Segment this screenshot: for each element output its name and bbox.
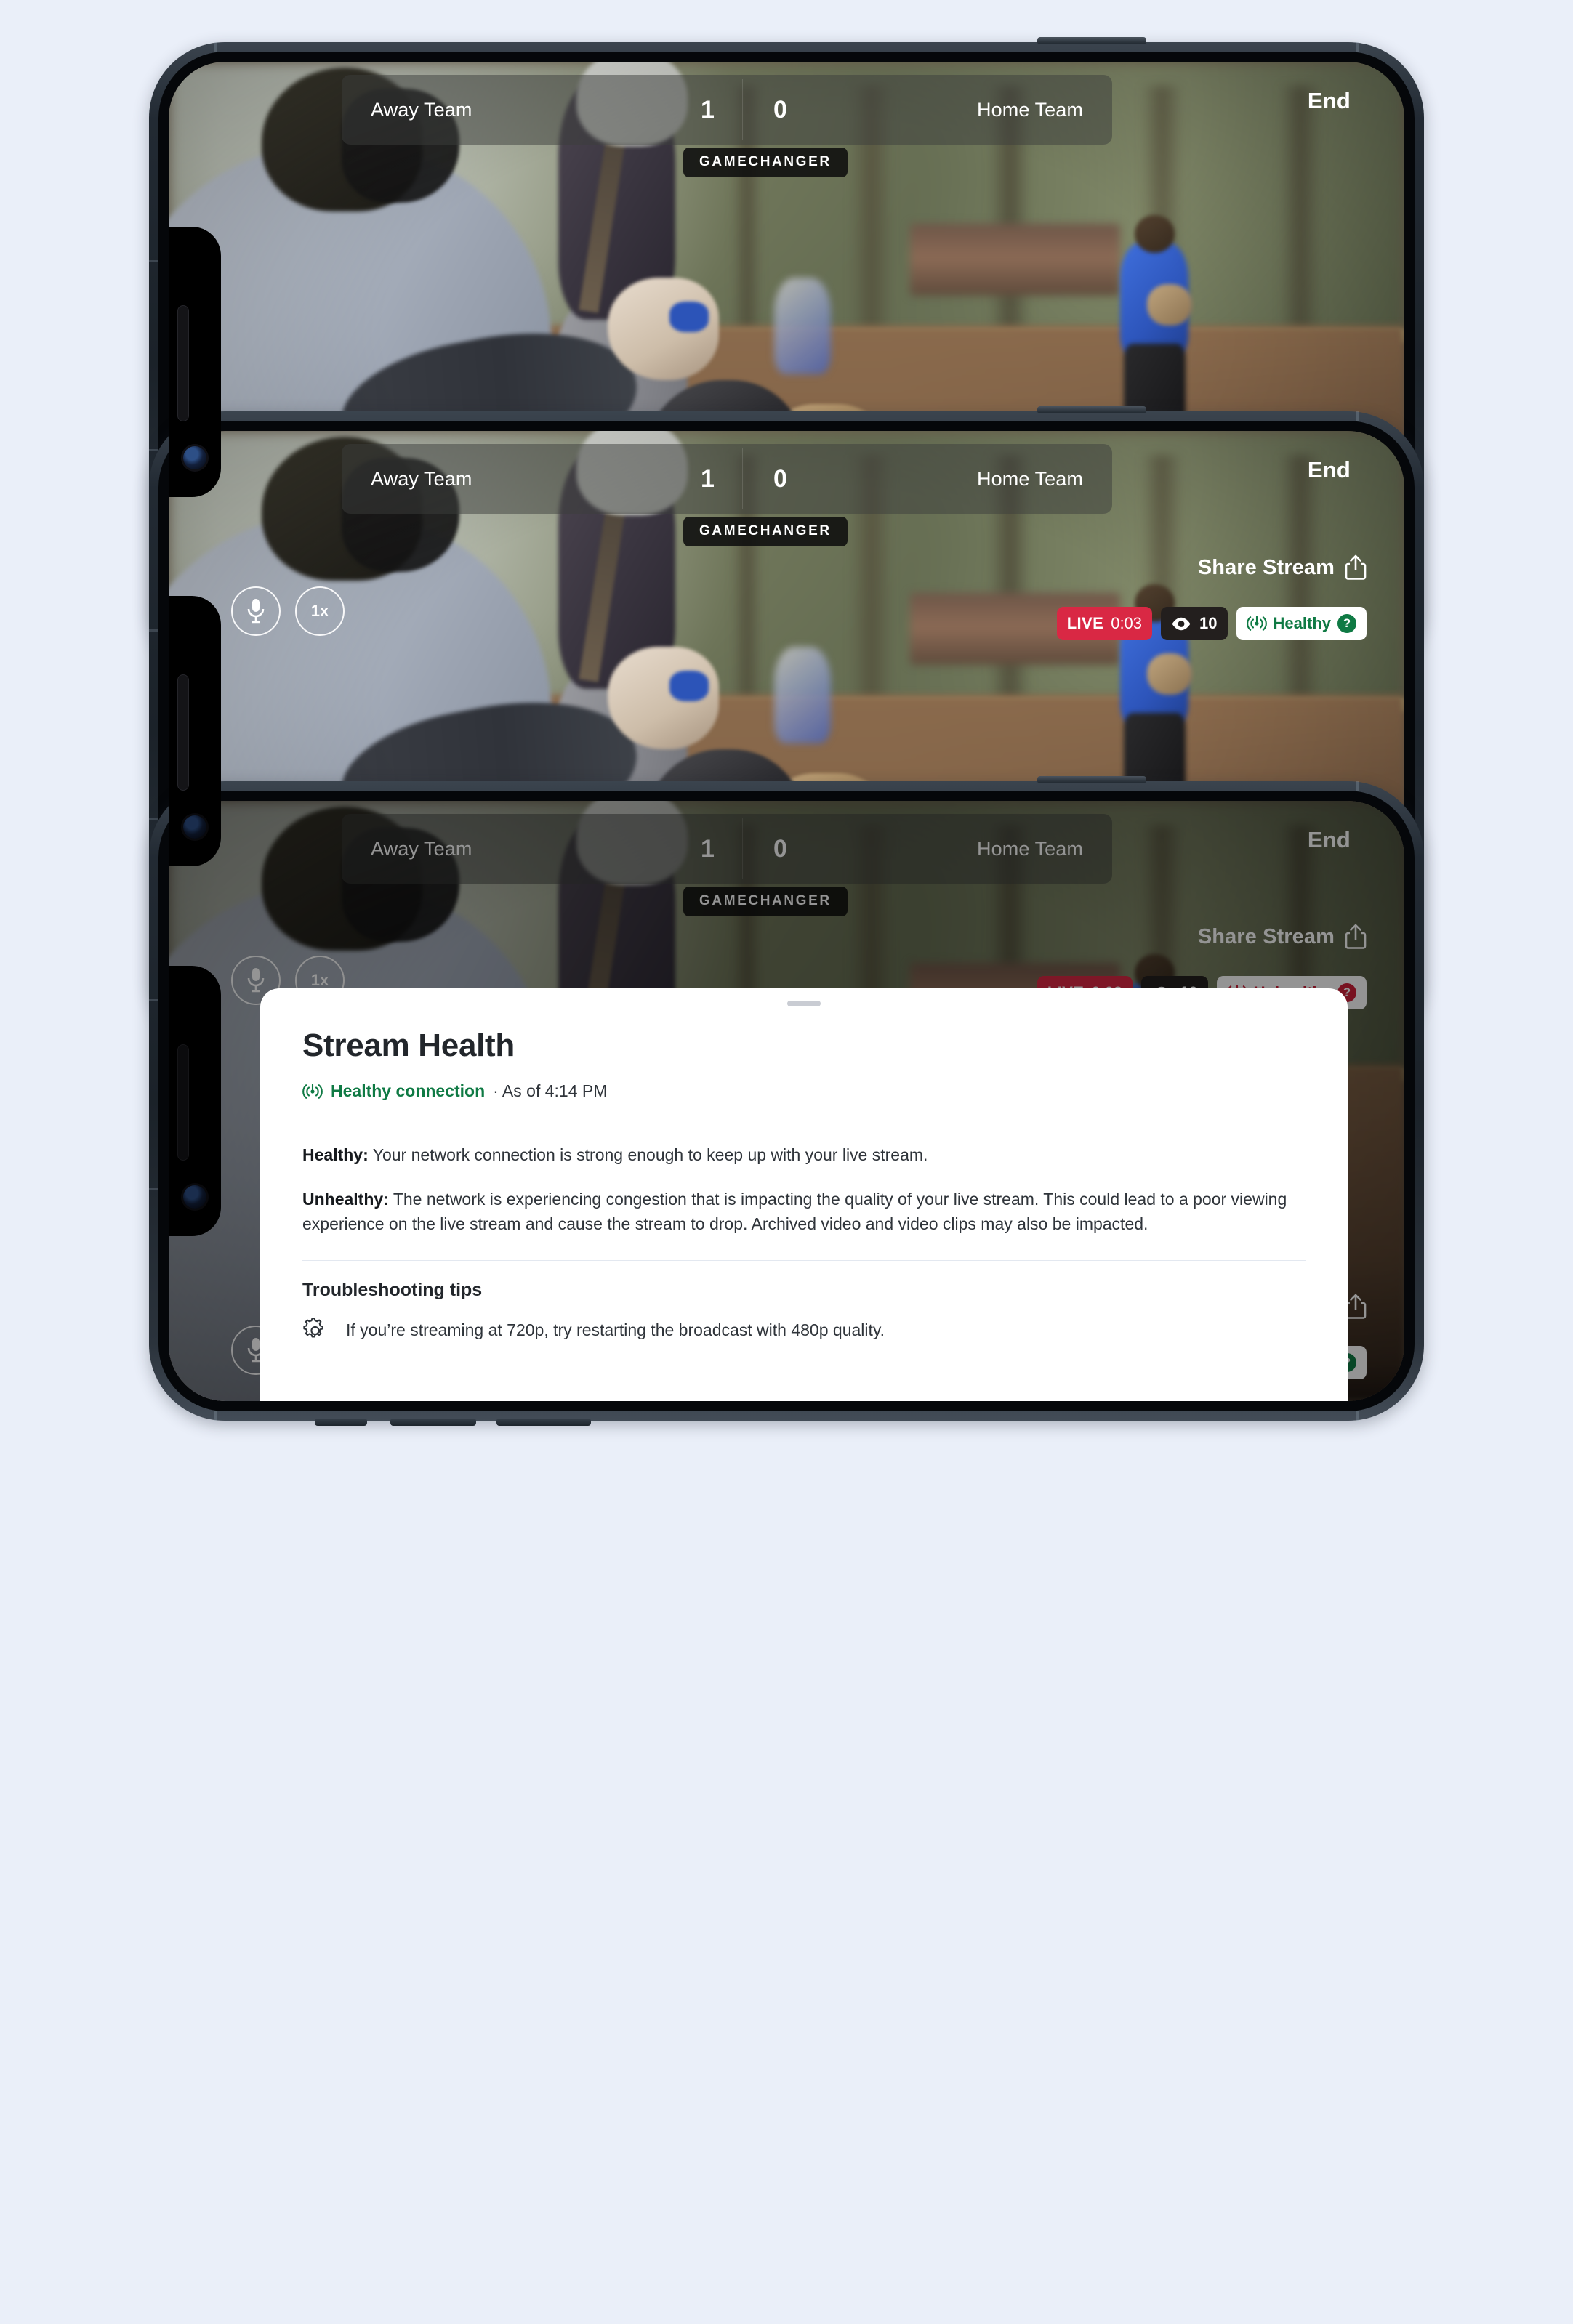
unhealthy-term: Unhealthy:	[302, 1189, 389, 1209]
gamechanger-logo-badge: GAMECHANGER	[683, 148, 848, 177]
antenna-seam	[1356, 411, 1359, 421]
score-divider	[742, 79, 743, 140]
away-team-score: 1	[701, 464, 715, 493]
away-team-name: Away Team	[371, 98, 472, 121]
home-team-name: Home Team	[977, 98, 1083, 121]
zoom-level-label: 1x	[310, 602, 329, 620]
earpiece-speaker	[177, 305, 189, 421]
eye-icon	[1171, 617, 1191, 631]
sheet-divider	[302, 1259, 1306, 1261]
stream-health-sheet: Stream Health Healthy connection · As of…	[260, 988, 1348, 1401]
connection-timestamp: · As of 4:14 PM	[493, 1081, 608, 1100]
scoreboard-overlay: Away Team 1 0 Home Team	[342, 444, 1112, 514]
live-elapsed-time: 0:03	[1111, 614, 1143, 632]
share-upload-icon	[1345, 554, 1367, 581]
page-root: Away Team 1 0 Home Team End GAMECHANGER	[0, 0, 1573, 2324]
device-screen: Away Team 1 0 Home Team End GAMECHANGER	[169, 801, 1404, 1401]
antenna-seam	[1356, 781, 1359, 791]
live-label: LIVE	[1066, 614, 1104, 632]
gamechanger-logo-badge: GAMECHANGER	[683, 517, 848, 546]
end-stream-button[interactable]: End	[1308, 88, 1351, 114]
front-camera-icon	[183, 446, 206, 469]
microphone-icon	[246, 598, 265, 624]
viewer-count-pill: 10	[1161, 607, 1228, 640]
live-indicator-pill: LIVE 0:03	[1056, 607, 1153, 640]
gear-icon	[302, 1317, 330, 1344]
sheet-drag-handle[interactable]	[787, 1001, 821, 1006]
home-team-score: 0	[773, 95, 787, 124]
healthy-body: Your network connection is strong enough…	[368, 1145, 928, 1164]
antenna-seam	[214, 1411, 217, 1421]
antenna-seam	[1356, 1411, 1359, 1421]
antenna-seam	[149, 629, 158, 632]
healthy-term: Healthy:	[302, 1145, 369, 1164]
connection-status-row: Healthy connection · As of 4:14 PM	[302, 1081, 1306, 1101]
home-team-name: Home Team	[977, 467, 1083, 490]
share-stream-label: Share Stream	[1197, 555, 1335, 579]
viewer-count-value: 10	[1199, 614, 1218, 632]
antenna-seam	[1356, 42, 1359, 52]
question-mark-icon[interactable]: ?	[1337, 614, 1356, 633]
scoreboard-overlay: Away Team 1 0 Home Team	[342, 75, 1112, 145]
troubleshooting-tip-item: If you’re streaming at 720p, try restart…	[302, 1317, 1306, 1344]
troubleshooting-tip-text: If you’re streaming at 720p, try restart…	[346, 1320, 885, 1339]
antenna-seam	[149, 260, 158, 262]
broadcast-signal-icon	[1246, 616, 1267, 632]
earpiece-speaker	[177, 674, 189, 791]
stream-status-pills: LIVE 0:03 10	[1056, 607, 1367, 640]
antenna-seam	[149, 999, 158, 1001]
end-stream-button[interactable]: End	[1308, 457, 1351, 483]
stream-health-pill[interactable]: Healthy ?	[1236, 607, 1367, 640]
share-stream-button[interactable]: Share Stream	[1198, 554, 1367, 581]
power-button[interactable]	[1037, 406, 1146, 413]
healthy-description: Healthy: Your network connection is stro…	[302, 1142, 1306, 1168]
phone-mockup-stream-health-sheet: Away Team 1 0 Home Team End GAMECHANGER	[149, 776, 1424, 1426]
home-team-score: 0	[773, 464, 787, 493]
score-divider	[742, 448, 743, 509]
unhealthy-description: Unhealthy: The network is experiencing c…	[302, 1187, 1306, 1237]
silent-switch[interactable]	[315, 1419, 367, 1426]
volume-up-button[interactable]	[390, 1419, 476, 1426]
microphone-toggle-button[interactable]	[231, 586, 281, 636]
volume-down-button[interactable]	[496, 1419, 591, 1426]
zoom-level-button[interactable]: 1x	[295, 586, 345, 636]
away-team-score: 1	[701, 95, 715, 124]
antenna-seam	[214, 42, 217, 52]
unhealthy-body: The network is experiencing congestion t…	[302, 1189, 1287, 1234]
sheet-title: Stream Health	[302, 1028, 515, 1063]
away-team-name: Away Team	[371, 467, 472, 490]
device-notch	[169, 227, 221, 497]
broadcast-signal-icon	[302, 1083, 323, 1100]
power-button[interactable]	[1037, 37, 1146, 44]
antenna-seam	[149, 1188, 158, 1190]
power-button[interactable]	[1037, 776, 1146, 783]
connection-state-label: Healthy connection	[331, 1081, 486, 1100]
stream-health-label: Healthy	[1273, 614, 1331, 632]
troubleshooting-tips-title: Troubleshooting tips	[302, 1279, 483, 1300]
